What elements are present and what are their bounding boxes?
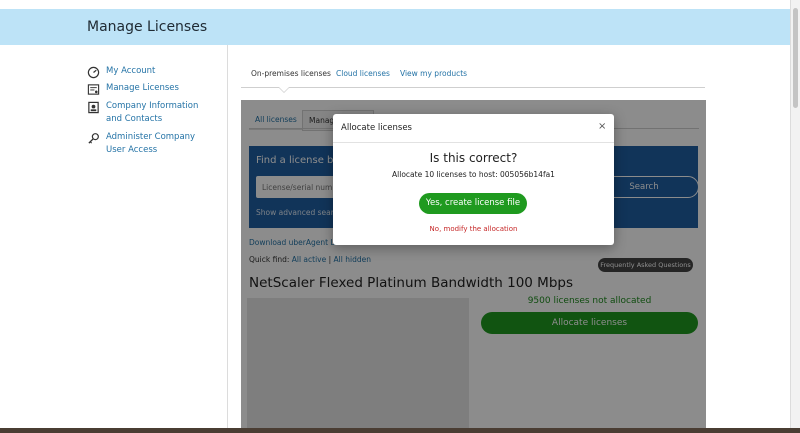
sidebar: My Account Manage Licenses Company Infor…: [0, 45, 228, 428]
sidebar-item-my-account[interactable]: My Account: [87, 65, 217, 79]
license-type-tabs: On-premises licenses Cloud licenses View…: [241, 60, 705, 88]
sidebar-item-user-access[interactable]: Administer Company User Access: [87, 131, 217, 157]
gauge-icon: [87, 66, 100, 79]
sidebar-item-label: My Account: [106, 66, 156, 76]
dialog-description: Allocate 10 licenses to host: 005056b14f…: [392, 170, 555, 179]
tab-view-products[interactable]: View my products: [400, 69, 467, 78]
page-title: Manage Licenses: [87, 19, 208, 35]
dialog-question: Is this correct?: [429, 151, 518, 165]
sidebar-item-label: Company Information and Contacts: [106, 101, 199, 124]
license-icon: [87, 84, 100, 95]
company-icon: [88, 101, 99, 114]
window-bottom-edge: [0, 428, 800, 433]
close-icon[interactable]: ×: [598, 121, 606, 132]
page-header: Manage Licenses: [0, 9, 790, 45]
dialog-title: Allocate licenses: [341, 123, 412, 133]
page-frame: Manage Licenses My Account Manage Licens…: [0, 0, 800, 428]
active-tab-caret-fill: [279, 87, 289, 92]
scrollbar-thumb[interactable]: [793, 8, 798, 108]
vertical-scrollbar[interactable]: [790, 0, 800, 428]
sidebar-item-label: Manage Licenses: [106, 83, 179, 93]
modify-allocation-link[interactable]: No, modify the allocation: [333, 225, 614, 233]
tab-cloud-licenses[interactable]: Cloud licenses: [336, 69, 390, 78]
key-icon: [88, 133, 99, 144]
confirm-create-license-button[interactable]: Yes, create license file: [419, 193, 527, 214]
sidebar-item-label: Administer Company User Access: [106, 132, 196, 155]
sidebar-item-company-info[interactable]: Company Information and Contacts: [87, 100, 217, 126]
sidebar-item-manage-licenses[interactable]: Manage Licenses: [87, 82, 217, 96]
tab-on-premises[interactable]: On-premises licenses: [251, 69, 331, 78]
dialog-header: Allocate licenses ×: [333, 114, 614, 143]
allocate-licenses-dialog: Allocate licenses × Is this correct? All…: [333, 114, 614, 245]
